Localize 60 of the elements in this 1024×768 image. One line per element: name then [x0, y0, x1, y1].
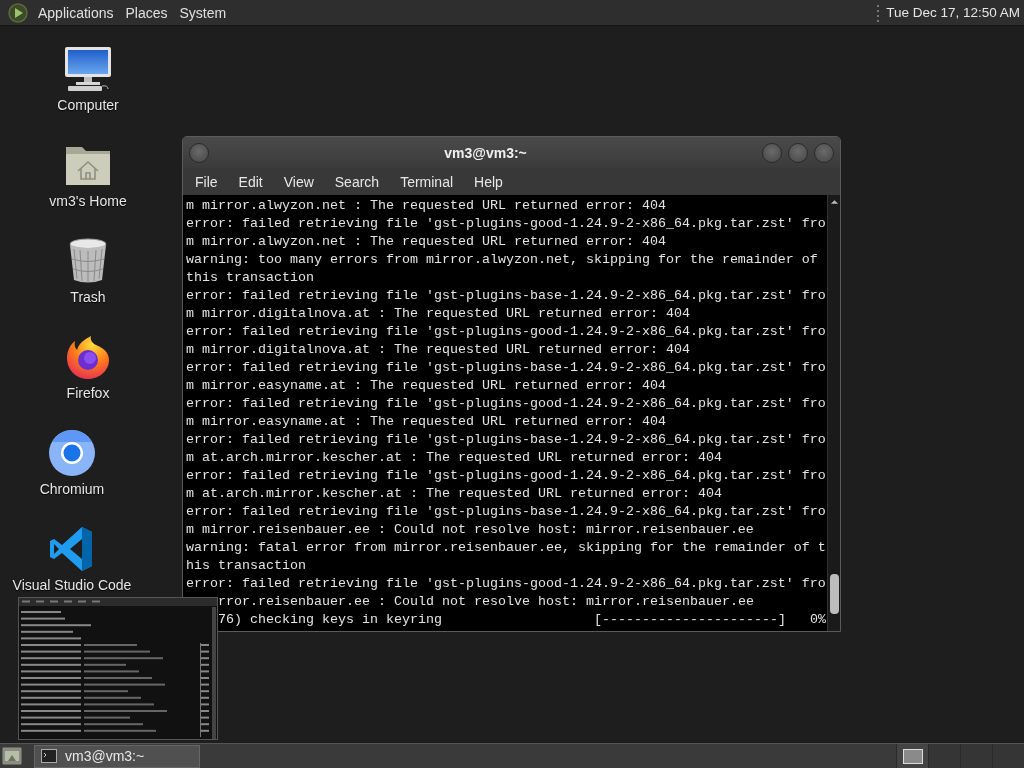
- scrollbar-thumb[interactable]: [829, 574, 839, 614]
- terminal-line: error: failed retrieving file 'gst-plugins-base-1.24.9-2-x86_64.pkg.tar.zst' fro: [186, 503, 826, 521]
- terminal-line: error: failed retrieving file 'gst-plugins-good-1.24.9-2-x86_64.pkg.tar.zst' fro: [186, 395, 826, 413]
- terminal-line: m mirror.digitalnova.at : The requested URL returned error: 404: [186, 305, 690, 323]
- terminal-line: m mirror.easyname.at : The requested URL returned error: 404: [186, 413, 666, 431]
- terminal-line: warning: too many errors from mirror.alwyzon.net, skipping for the remainder of: [186, 251, 818, 269]
- terminal-line: m at.arch.mirror.kescher.at : The requested URL returned error: 404: [186, 485, 722, 503]
- close-button[interactable]: [814, 142, 834, 163]
- terminal-line: error: failed retrieving file 'gst-plugins-good-1.24.9-2-x86_64.pkg.tar.zst' fro: [186, 323, 826, 341]
- window-title: vm3@vm3:~: [443, 144, 528, 161]
- terminal-line: error: failed retrieving file 'gst-plugins-base-1.24.9-2-x86_64.pkg.tar.zst' fro: [186, 359, 826, 377]
- menu-item[interactable]: View: [275, 169, 322, 194]
- terminal-line: error: failed retrieving file 'gst-plugins-base-1.24.9-2-x86_64.pkg.tar.zst' fro: [186, 431, 826, 449]
- desktop-icon[interactable]: [2, 747, 22, 765]
- ring-icon[interactable]: [48, 429, 96, 477]
- window-menu-button[interactable]: [189, 142, 209, 163]
- terminal-line: his transaction: [186, 557, 306, 575]
- icon-label[interactable]: Firefox: [66, 385, 110, 401]
- flame-globe-icon[interactable]: [64, 333, 112, 381]
- minimize-button[interactable]: [762, 142, 782, 163]
- terminal-line: m mirror.alwyzon.net : The requested URL returned error: 404: [186, 233, 666, 251]
- terminal-line: m mirror.digitalnova.at : The requested URL returned error: 404: [186, 341, 690, 359]
- terminal-line: m mirror.reisenbauer.ee : Could not resolve host: mirror.reisenbauer.ee: [186, 521, 754, 539]
- taskbar-task-button[interactable]: vm3@vm3:~: [34, 744, 200, 768]
- icon-label[interactable]: Visual Studio Code: [12, 577, 132, 593]
- terminal-line: error: failed retrieving file 'gst-plugins-base-1.24.9-2-x86_64.pkg.tar.zst' fro: [186, 287, 826, 305]
- play-icon[interactable]: [8, 2, 28, 23]
- icon-label[interactable]: Chromium: [39, 481, 105, 497]
- terminal-line: error: failed retrieving file 'gst-plugins-good-1.24.9-2-x86_64.pkg.tar.zst' fro: [186, 467, 826, 485]
- terminal-line: rror.reisenbauer.ee : Could not resolve host: mirror.reisenbauer.ee: [218, 593, 754, 611]
- dashes-text: [----------------------]: [594, 611, 786, 629]
- scrollbar[interactable]: [827, 195, 840, 631]
- menu-item[interactable]: File: [187, 169, 226, 194]
- terminal-line: error: failed retrieving file 'gst-plugins-good-1.24.9-2-x86_64.pkg.tar.zst' fro: [186, 575, 826, 593]
- terminal-line: m at.arch.mirror.kescher.at : The requested URL returned error: 404: [186, 449, 722, 467]
- terminal-icon: [41, 749, 57, 763]
- icon-label[interactable]: Computer: [57, 97, 119, 113]
- menu-item[interactable]: Edit: [230, 169, 271, 194]
- monitor-icon[interactable]: [64, 45, 112, 93]
- menu-item[interactable]: Help: [466, 169, 511, 194]
- progress-label: 76) checking keys in keyring: [218, 611, 442, 629]
- menu-item[interactable]: Terminal: [392, 169, 462, 194]
- panel-menu[interactable]: System: [173, 1, 233, 24]
- panel-menu[interactable]: Applications: [32, 1, 120, 24]
- terminal-line: warning: fatal error from mirror.reisenbauer.ee, skipping for the remainder of t: [186, 539, 826, 557]
- grip-icon: [877, 3, 881, 22]
- mini-window-icon: [902, 748, 923, 764]
- scroll-up-arrow-icon[interactable]: [829, 199, 839, 205]
- workspace[interactable]: [896, 744, 928, 768]
- progress-percent: 0%: [810, 611, 826, 629]
- menu-item[interactable]: Search: [326, 169, 388, 194]
- icon-label[interactable]: vm3's Home: [49, 193, 127, 209]
- maximize-button[interactable]: [788, 142, 808, 163]
- clock-text[interactable]: Tue Dec 17, 12:50 AM: [886, 1, 1020, 24]
- terminal-line: this transaction: [186, 269, 314, 287]
- icon-label[interactable]: Trash: [70, 289, 106, 305]
- terminal-line: m mirror.alwyzon.net : The requested URL returned error: 404: [186, 197, 666, 215]
- panel-menu[interactable]: Places: [119, 1, 174, 24]
- terminal-line: error: failed retrieving file 'gst-plugins-good-1.24.9-2-x86_64.pkg.tar.zst' fro: [186, 215, 826, 233]
- terminal-line: m mirror.easyname.at : The requested URL returned error: 404: [186, 377, 666, 395]
